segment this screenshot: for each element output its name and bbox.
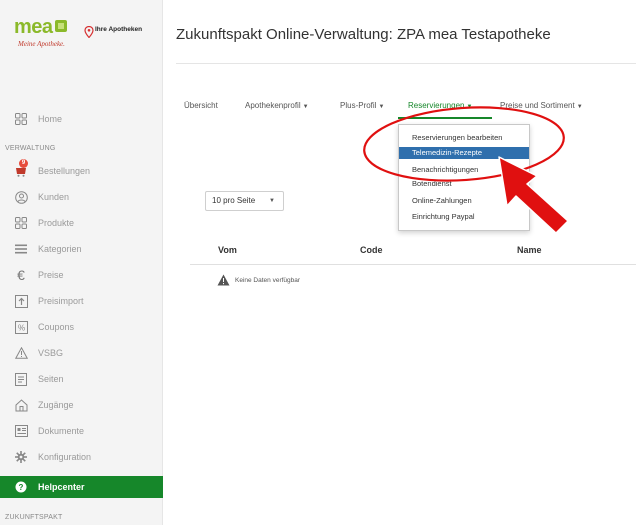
menu-item-telemedizin-rezepte[interactable]: Telemedizin-Rezepte (399, 147, 529, 159)
header-divider (176, 63, 636, 64)
grid-icon (14, 112, 28, 126)
sidebar-item-label: Home (38, 114, 63, 124)
sidebar-item-helpcenter[interactable]: ? Helpcenter (0, 476, 163, 498)
tab-plus-profil[interactable]: Plus-Profil ▼ (340, 101, 384, 110)
sidebar-item-dokumente[interactable]: Dokumente (0, 418, 163, 444)
sidebar-item-coupons[interactable]: % Coupons (0, 314, 163, 340)
location-pin-icon (84, 26, 94, 38)
user-circle-icon (14, 190, 28, 204)
column-header-code[interactable]: Code (360, 245, 383, 255)
menu-item-online-zahlungen[interactable]: Online-Zahlungen (399, 195, 529, 207)
sidebar-item-label: Coupons (38, 322, 75, 332)
menu-item-reservierungen-bearbeiten[interactable]: Reservierungen bearbeiten (399, 132, 529, 144)
per-page-value: 10 pro Seite (212, 196, 256, 205)
tab-label: Apothekenprofil (245, 101, 301, 110)
per-page-select[interactable]: 10 pro Seite ▼ (205, 191, 284, 211)
sidebar-item-label: Dokumente (38, 426, 85, 436)
tab-preise-und-sortiment[interactable]: Preise und Sortiment ▼ (500, 101, 583, 110)
empty-table-message: Keine Daten verfügbar (235, 277, 301, 284)
sidebar-item-label: Kategorien (38, 244, 82, 254)
logo-leaf-icon (55, 20, 67, 32)
logo-ihre-apotheken: Ihre Apotheken (95, 26, 143, 33)
menu-item-botendienst[interactable]: Botendienst (399, 178, 529, 190)
cart-icon: 9 (14, 159, 28, 178)
caret-down-icon: ▼ (576, 104, 583, 110)
tab-label: Preise und Sortiment (500, 101, 575, 110)
order-count-badge: 9 (19, 159, 28, 168)
tab-uebersicht[interactable]: Übersicht (184, 101, 218, 110)
warning-icon (217, 274, 230, 286)
logo-brand-text: mea (14, 16, 53, 38)
sidebar-item-kategorien[interactable]: Kategorien (0, 236, 163, 262)
svg-text:%: % (17, 323, 24, 332)
page-icon (14, 372, 28, 386)
caret-down-icon: ▼ (466, 104, 473, 110)
sidebar-item-kunden[interactable]: Kunden (0, 184, 163, 210)
help-circle-icon: ? (14, 480, 28, 494)
tab-label: Übersicht (184, 101, 218, 110)
sidebar-item-label: Konfiguration (38, 452, 92, 462)
mea-logo[interactable]: mea Meine Apotheke. Ihre Apotheken (14, 16, 154, 56)
tab-label: Reservierungen (408, 101, 465, 110)
sidebar-item-bestellungen[interactable]: 9 Bestellungen (0, 158, 163, 184)
sidebar-item-produkte[interactable]: Produkte (0, 210, 163, 236)
caret-down-icon: ▼ (302, 104, 309, 110)
logo-tagline: Meine Apotheke. (18, 40, 65, 48)
sidebar-item-zugaenge[interactable]: Zugänge (0, 392, 163, 418)
upload-icon (14, 294, 28, 308)
percent-icon: % (14, 320, 28, 334)
sidebar-item-preise[interactable]: € Preise (0, 262, 163, 288)
page-title: Zukunftspakt Online-Verwaltung: ZPA mea … (176, 26, 551, 43)
sidebar: mea Meine Apotheke. Ihre Apotheken Home … (0, 0, 163, 525)
menu-item-einrichtung-paypal[interactable]: Einrichtung Paypal (399, 211, 529, 223)
caret-down-icon: ▼ (269, 198, 275, 204)
list-icon (14, 242, 28, 256)
sidebar-item-vsbg[interactable]: VSBG (0, 340, 163, 366)
column-header-vom[interactable]: Vom (218, 245, 237, 255)
document-icon (14, 424, 28, 438)
table-header-divider (190, 264, 636, 265)
sidebar-item-label: Seiten (38, 374, 64, 384)
sidebar-item-seiten[interactable]: Seiten (0, 366, 163, 392)
warning-icon (14, 346, 28, 360)
sidebar-item-label: Produkte (38, 218, 75, 228)
caret-down-icon: ▼ (378, 104, 385, 110)
home-icon (14, 398, 28, 412)
tab-apothekenprofil[interactable]: Apothekenprofil ▼ (245, 101, 309, 110)
sidebar-item-label: Preise (38, 270, 64, 280)
tab-label: Plus-Profil (340, 101, 377, 110)
grid-icon (14, 216, 28, 230)
section-verwaltung: VERWALTUNG (5, 145, 56, 152)
tab-reservierungen[interactable]: Reservierungen ▼ (408, 101, 472, 110)
sidebar-item-home[interactable]: Home (0, 106, 163, 132)
section-zukunftspakt: ZUKUNFTSPAKT (5, 514, 63, 521)
reservierungen-dropdown-menu: Reservierungen bearbeiten Telemedizin-Re… (398, 124, 530, 231)
sidebar-item-preisimport[interactable]: Preisimport (0, 288, 163, 314)
sidebar-item-label: Bestellungen (38, 166, 91, 176)
sidebar-item-label: Zugänge (38, 400, 74, 410)
sidebar-item-label: Helpcenter (38, 482, 85, 492)
sidebar-item-konfiguration[interactable]: Konfiguration (0, 444, 163, 470)
column-header-name[interactable]: Name (517, 245, 542, 255)
euro-icon: € (17, 267, 25, 283)
sidebar-item-label: VSBG (38, 348, 64, 358)
active-tab-underline (398, 117, 492, 119)
gear-icon (14, 450, 28, 464)
sidebar-item-label: Preisimport (38, 296, 84, 306)
menu-item-benachrichtigungen[interactable]: Benachrichtigungen (399, 164, 529, 176)
svg-text:?: ? (19, 483, 24, 492)
sidebar-item-label: Kunden (38, 192, 70, 202)
